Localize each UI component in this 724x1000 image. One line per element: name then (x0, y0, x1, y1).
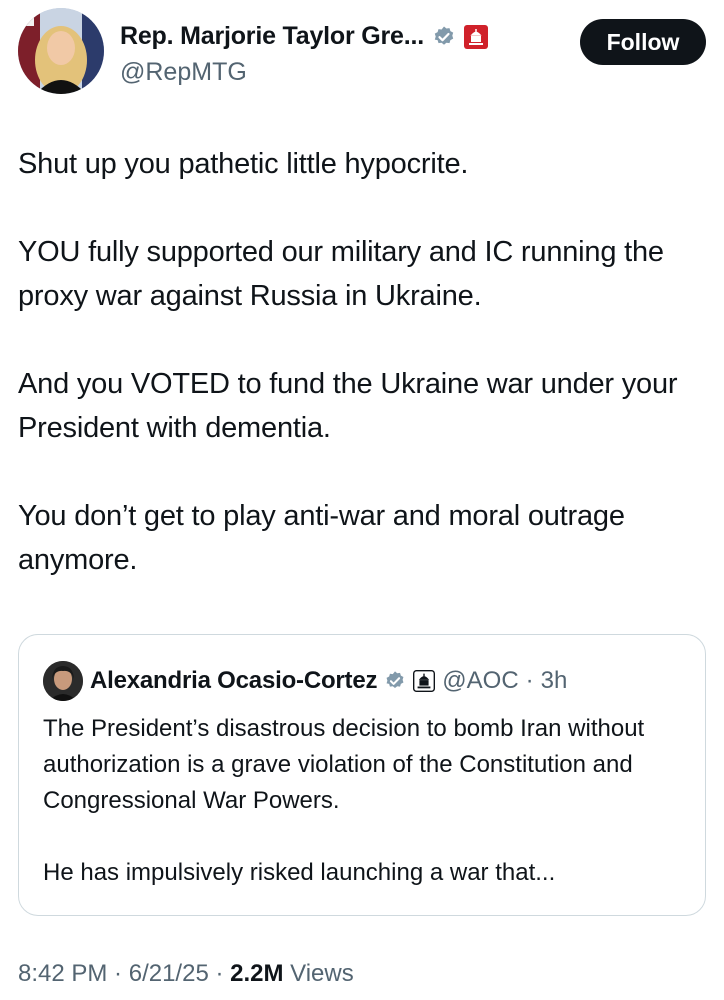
views-count: 2.2M (230, 960, 284, 987)
author-handle[interactable]: @RepMTG (120, 58, 247, 87)
verified-badge-icon (384, 670, 406, 692)
author-name[interactable]: Rep. Marjorie Taylor Gre... (120, 22, 424, 51)
author-name-row: Rep. Marjorie Taylor Gre... (120, 22, 488, 51)
tweet-paragraph: And you VOTED to fund the Ukraine war un… (18, 368, 678, 444)
quoted-author-handle[interactable]: @AOC (442, 667, 518, 695)
meta-separator: · (107, 960, 129, 987)
tweet-date[interactable]: 6/21/25 (129, 960, 209, 987)
quoted-author-avatar[interactable] (43, 661, 83, 701)
tweet-paragraph: YOU fully supported our military and IC … (18, 236, 664, 312)
tweet-paragraph: You don’t get to play anti-war and moral… (18, 500, 625, 576)
quoted-author-photo (43, 661, 83, 701)
separator-dot: · (525, 667, 534, 694)
tweet-header: Rep. Marjorie Taylor Gre... @RepMTG Foll… (18, 8, 706, 98)
verified-badge-icon (432, 25, 456, 49)
capitol-badge-icon (413, 670, 436, 692)
tweet-meta: 8:42 PM · 6/21/25 · 2.2M Views (18, 960, 354, 988)
tweet-text: Shut up you pathetic little hypocrite. Y… (18, 142, 718, 582)
quoted-tweet-card[interactable]: Alexandria Ocasio-Cortez @AOC · 3h The P… (18, 634, 706, 916)
follow-button[interactable]: Follow (580, 19, 706, 65)
quoted-paragraph: He has impulsively risked launching a wa… (43, 859, 556, 886)
tweet-page: Rep. Marjorie Taylor Gre... @RepMTG Foll… (0, 0, 724, 1000)
views-label: Views (283, 960, 354, 987)
quoted-author-row: Alexandria Ocasio-Cortez @AOC · 3h (43, 661, 567, 701)
quoted-timestamp[interactable]: 3h (541, 667, 568, 695)
quoted-tweet-text: The President’s disastrous decision to b… (43, 711, 683, 891)
quoted-paragraph: The President’s disastrous decision to b… (43, 715, 645, 814)
author-avatar[interactable] (18, 8, 104, 94)
capitol-badge-icon (463, 24, 488, 49)
meta-separator: · (208, 960, 231, 987)
tweet-paragraph: Shut up you pathetic little hypocrite. (18, 148, 469, 180)
quoted-author-name[interactable]: Alexandria Ocasio-Cortez (90, 667, 377, 695)
author-photo (18, 8, 104, 94)
tweet-time[interactable]: 8:42 PM (18, 960, 107, 987)
